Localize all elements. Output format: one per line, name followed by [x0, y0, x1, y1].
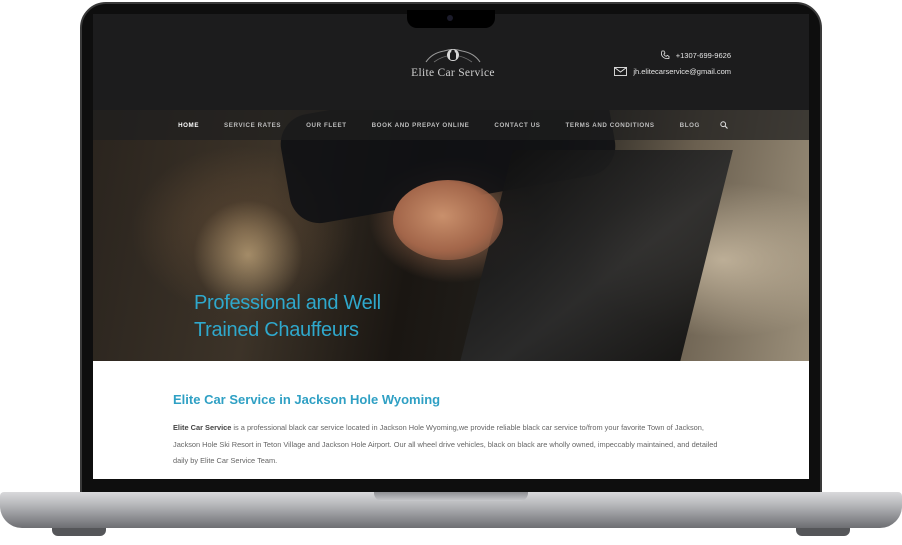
- site-logo[interactable]: Elite Car Service: [403, 44, 503, 84]
- search-icon: [720, 121, 729, 129]
- laptop-trackpad-groove: [374, 492, 528, 501]
- website-screen: Elite Car Service +1307-699-9626 jh.elit…: [93, 14, 809, 479]
- intro-paragraph: Elite Car Service is a professional blac…: [173, 420, 733, 470]
- laptop-foot-left: [52, 528, 106, 536]
- car-logo-icon: [425, 48, 481, 63]
- email-contact[interactable]: jh.elitecarservice@gmail.com: [614, 67, 731, 76]
- intro-brand: Elite Car Service: [173, 423, 232, 432]
- main-content: Elite Car Service in Jackson Hole Wyomin…: [93, 361, 809, 479]
- hero-photo-hand: [393, 180, 503, 260]
- phone-contact[interactable]: +1307-699-9626: [660, 50, 731, 60]
- laptop-mockup: Elite Car Service +1307-699-9626 jh.elit…: [0, 0, 902, 545]
- phone-icon: [660, 50, 670, 60]
- nav-service-rates[interactable]: SERVICE RATES: [212, 122, 294, 129]
- nav-contact-us[interactable]: CONTACT US: [482, 122, 553, 129]
- main-nav: HOME SERVICE RATES OUR FLEET BOOK AND PR…: [93, 110, 809, 140]
- hero-title-line2: Trained Chauffeurs: [194, 319, 359, 341]
- hero-title: Professional and Well Trained Chauffeurs: [194, 290, 434, 344]
- hero-banner: HOME SERVICE RATES OUR FLEET BOOK AND PR…: [93, 110, 809, 361]
- intro-text: is a professional black car service loca…: [173, 423, 718, 465]
- hero-title-line1: Professional and Well: [194, 292, 381, 314]
- nav-blog[interactable]: BLOG: [667, 122, 712, 129]
- search-button[interactable]: [712, 121, 736, 129]
- laptop-foot-right: [796, 528, 850, 536]
- phone-number: +1307-699-9626: [675, 50, 731, 60]
- email-address: jh.elitecarservice@gmail.com: [633, 67, 731, 76]
- nav-terms[interactable]: TERMS AND CONDITIONS: [553, 122, 667, 129]
- nav-book-prepay[interactable]: BOOK AND PREPAY ONLINE: [359, 122, 482, 129]
- camera-notch: [407, 10, 495, 28]
- nav-our-fleet[interactable]: OUR FLEET: [294, 122, 359, 129]
- page-heading: Elite Car Service in Jackson Hole Wyomin…: [173, 392, 441, 407]
- logo-text: Elite Car Service: [411, 67, 495, 79]
- nav-home[interactable]: HOME: [166, 122, 212, 129]
- site-header: Elite Car Service +1307-699-9626 jh.elit…: [93, 14, 809, 110]
- envelope-icon: [614, 67, 628, 76]
